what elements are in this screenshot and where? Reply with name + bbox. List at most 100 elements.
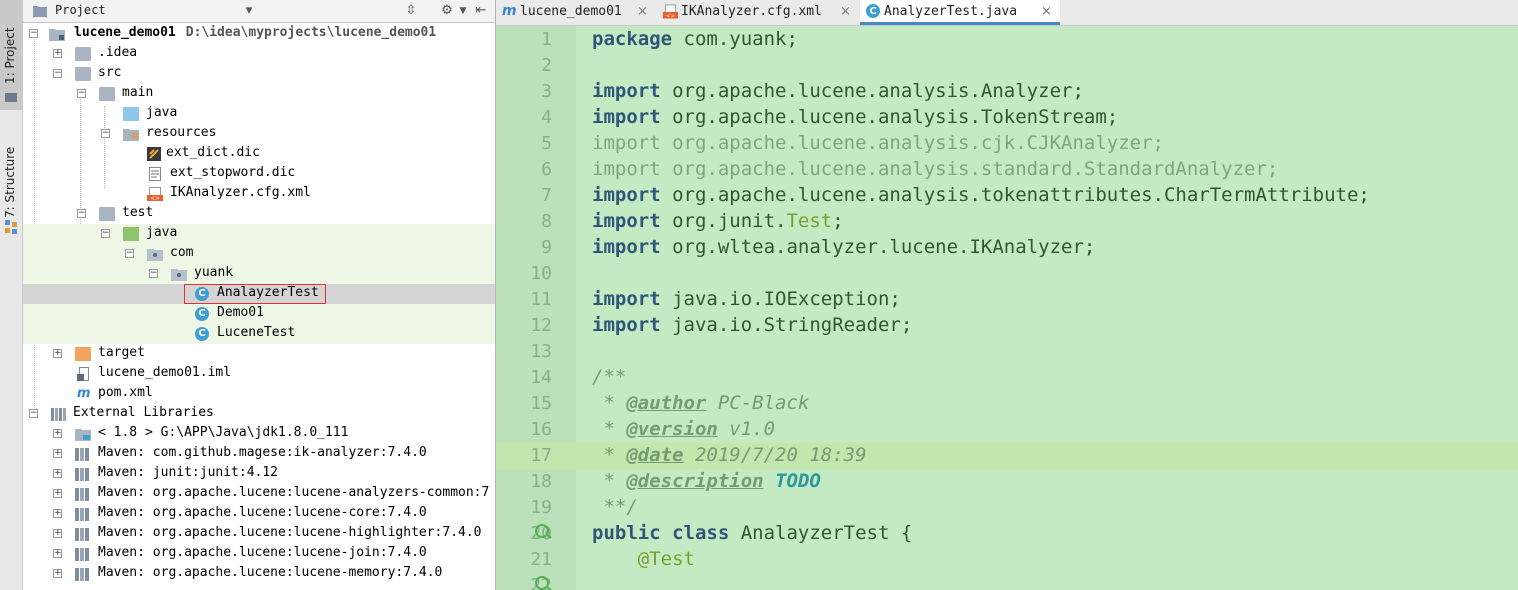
tab-analyzertest-java[interactable]: C AnalyzerTest.java × [860,0,1060,25]
collapse-icon[interactable]: − [77,209,86,218]
expand-icon[interactable]: + [53,549,62,558]
collapse-icon[interactable]: − [77,89,86,98]
collapse-icon[interactable]: − [29,29,38,38]
line-number: 2 [541,55,552,76]
tab-lucene-demo01[interactable]: m lucene_demo01 × [496,0,656,25]
tree-label: Maven: com.github.magese:ik-analyzer:7.4… [98,445,427,460]
tree-row-target[interactable]: + target [23,344,495,364]
chevron-down-icon[interactable]: ▼ [455,3,471,19]
code-token: * [592,392,627,414]
library-icon [75,488,89,501]
tree-label: External Libraries [73,405,214,420]
project-tool-tab[interactable]: 1: Project [0,0,22,110]
tree-row-com[interactable]: − com [23,244,495,264]
expand-icon[interactable]: + [53,509,62,518]
code-token: * [592,418,627,440]
expand-icon[interactable]: + [53,469,62,478]
expand-icon[interactable]: + [53,529,62,538]
code-token: import [592,184,673,206]
tab-ikanalyzer-cfg[interactable]: <> IKAnalyzer.cfg.xml × [657,0,859,25]
code-token: org.wltea.analyzer.lucene.IKAnalyzer; [672,236,1096,258]
tree-row-yuank[interactable]: − yuank [23,264,495,284]
module-folder-icon [49,29,65,41]
tree-row-iml[interactable]: lucene_demo01.iml [23,364,495,384]
tree-row-lucenetest[interactable]: C LuceneTest [23,324,495,344]
tree-row-test[interactable]: − test [23,204,495,224]
tree-row-main[interactable]: − main [23,84,495,104]
tree-label: src [98,65,122,80]
tree-row-resources[interactable]: − resources [23,124,495,144]
tree-row-demo01[interactable]: C Demo01 [23,304,495,324]
tree-row-library[interactable]: + Maven: org.apache.lucene:lucene-highli… [23,524,495,544]
tree-row-src[interactable]: − src [23,64,495,84]
tree-label: java [146,225,178,240]
close-icon[interactable]: × [637,4,648,19]
tree-row-library[interactable]: + Maven: org.apache.lucene:lucene-analyz… [23,484,495,504]
code-token: java.io.StringReader; [672,314,913,336]
line-number: 10 [530,263,552,284]
tree-label: resources [146,125,217,140]
collapse-icon[interactable]: − [101,229,110,238]
structure-tool-tab[interactable]: 7: Structure [0,118,22,238]
tree-row-ext-dict[interactable]: ext_dict.dic [23,144,495,164]
tree-row-ikanalyzer-cfg[interactable]: <> IKAnalyzer.cfg.xml [23,184,495,204]
project-panel-header: Project ▾ ⇳ ⚙ ▼ ⇤ [23,0,495,23]
library-icon [75,528,89,541]
expand-icon[interactable]: + [53,349,62,358]
close-icon[interactable]: × [1041,4,1052,19]
tree-label: lucene_demo01.iml [98,365,232,380]
code-token: TODO [775,470,821,492]
tree-row-project-root[interactable]: − lucene_demo01 D:\idea\myprojects\lucene… [23,24,495,44]
run-test-icon[interactable] [534,574,552,590]
code-token: org.apache.lucene.analysis.Analyzer; [672,80,1084,102]
collapse-icon[interactable]: − [149,269,158,278]
tree-row-test-java[interactable]: − java [23,224,495,244]
code-token: v1.0 [717,418,776,440]
tab-label: IKAnalyzer.cfg.xml [681,4,822,19]
tree-row-main-java[interactable]: java [23,104,495,124]
folder-icon [75,67,91,81]
line-number: 15 [530,393,552,414]
collapse-expand-icon[interactable]: ⇳ [403,3,419,19]
code-line: * @version v1.0 [592,418,775,440]
run-class-icon[interactable] [534,522,552,540]
code-token: org.apache.lucene.analysis.TokenStream; [672,106,1119,128]
collapse-icon[interactable]: − [29,409,38,418]
code-token: com.yuank; [683,28,798,50]
view-dropdown-icon[interactable]: ▾ [241,3,257,19]
resources-folder-icon [123,129,139,141]
gear-icon[interactable]: ⚙ [439,3,455,19]
line-number: 19 [530,497,552,518]
folder-icon [75,47,91,61]
collapse-icon[interactable]: − [53,69,62,78]
structure-tool-tab-label: 7: Structure [3,146,17,218]
expand-icon[interactable]: + [53,429,62,438]
tree-label: .idea [98,45,138,60]
expand-icon[interactable]: + [53,449,62,458]
tree-row-external-libraries[interactable]: − External Libraries [23,404,495,424]
tree-row-jdk[interactable]: + < 1.8 > G:\APP\Java\jdk1.8.0_111 [23,424,495,444]
tree-row-analayzertest[interactable]: C AnalayzerTest [23,284,495,304]
tree-row-library[interactable]: + Maven: org.apache.lucene:lucene-join:7… [23,544,495,564]
tree-row-ext-stopword[interactable]: ext_stopword.dic [23,164,495,184]
code-token: import [592,314,673,336]
code-token: * [592,470,627,492]
collapse-icon[interactable]: − [101,129,110,138]
code-token: java.io.IOException; [672,288,901,310]
tree-row-pom[interactable]: m pom.xml [23,384,495,404]
close-icon[interactable]: × [840,4,851,19]
tree-row-library[interactable]: + Maven: org.apache.lucene:lucene-core:7… [23,504,495,524]
tree-row-library[interactable]: + Maven: junit:junit:4.12 [23,464,495,484]
tool-window-strip: 1: Project 7: Structure [0,0,23,590]
line-number: 4 [541,107,552,128]
tree-row-library[interactable]: + Maven: org.apache.lucene:lucene-memory… [23,564,495,584]
expand-icon[interactable]: + [53,569,62,578]
tree-row-library[interactable]: + Maven: com.github.magese:ik-analyzer:7… [23,444,495,464]
tree-label: Demo01 [217,305,264,320]
expand-icon[interactable]: + [53,489,62,498]
hide-panel-icon[interactable]: ⇤ [473,3,489,19]
collapse-icon[interactable]: − [125,249,134,258]
expand-icon[interactable]: + [53,49,62,58]
code-editor[interactable]: 1 package com.yuank; 2 3 import org.apache.l… [496,26,1518,590]
tree-row-idea[interactable]: + .idea [23,44,495,64]
